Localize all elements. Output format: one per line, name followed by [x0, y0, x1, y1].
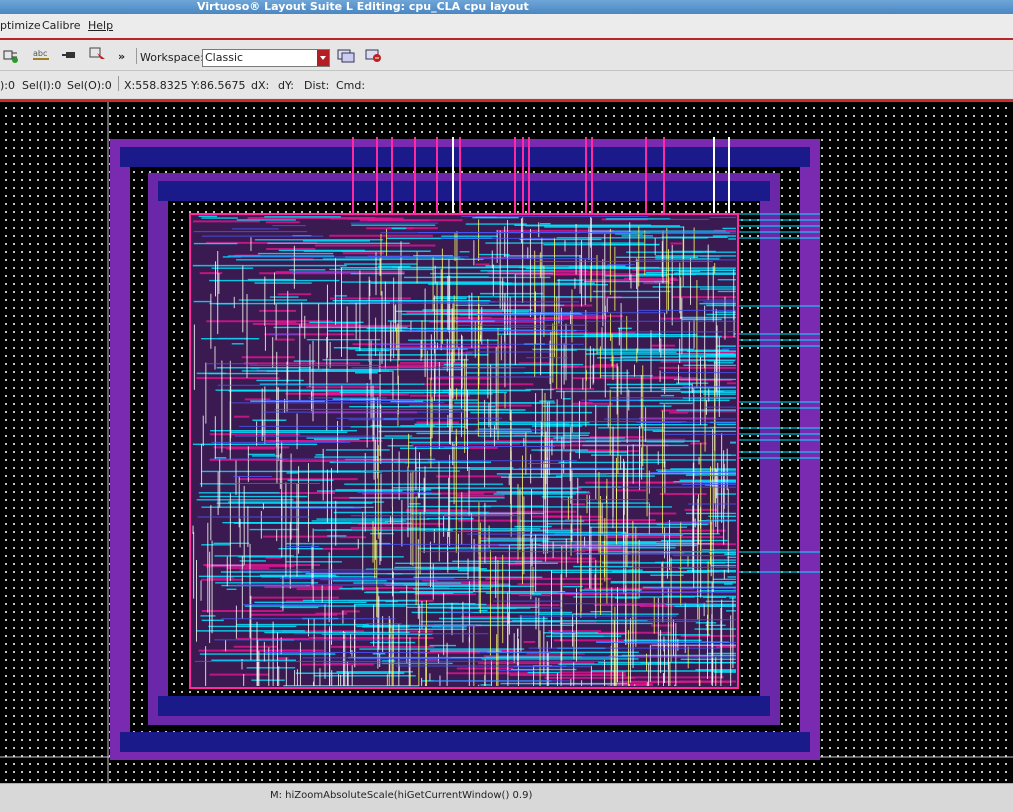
- dx-readout: dX:: [251, 79, 270, 92]
- delete-workspace-icon[interactable]: [365, 47, 383, 63]
- save-workspace-icon[interactable]: [337, 47, 355, 63]
- workspace-value: Classic: [205, 51, 244, 64]
- create-instance-icon[interactable]: [2, 47, 20, 63]
- status-separator: [118, 76, 119, 91]
- menu-calibre[interactable]: Calibre: [42, 19, 81, 32]
- menu-help[interactable]: Help: [88, 19, 113, 32]
- workspace-select[interactable]: Classic: [202, 49, 330, 67]
- select-icon[interactable]: [89, 47, 107, 63]
- menu-bar: ptimize Calibre Help: [0, 14, 1013, 40]
- sel-o-count: Sel(O):0: [67, 79, 112, 92]
- dy-readout: dY:: [278, 79, 294, 92]
- x-coordinate: X:558.8325: [124, 79, 188, 92]
- sel-i-count: Sel(I):0: [22, 79, 62, 92]
- workspace-label: Workspace:: [140, 51, 204, 64]
- inner-ring-top: [158, 181, 770, 201]
- outer-ring-bottom: [120, 732, 810, 752]
- y-coordinate: Y:86.5675: [191, 79, 246, 92]
- create-pin-icon[interactable]: [61, 47, 79, 63]
- dist-readout: Dist:: [304, 79, 330, 92]
- toolbar-overflow-icon[interactable]: »: [118, 50, 125, 63]
- chevron-down-icon[interactable]: [317, 50, 329, 66]
- outer-ring-top: [120, 147, 810, 167]
- command-prompt-bar: M: hiZoomAbsoluteScale(hiGetCurrentWindo…: [0, 783, 1013, 812]
- layout-drawing[interactable]: [0, 102, 1013, 783]
- status-bar: ):0 Sel(I):0 Sel(O):0 X:558.8325 Y:86.56…: [0, 71, 1013, 98]
- menu-optimize[interactable]: ptimize: [0, 19, 41, 32]
- svg-text:abc: abc: [33, 49, 47, 58]
- window-title: Virtuoso® Layout Suite L Editing: cpu_CL…: [197, 0, 529, 13]
- inner-ring-bottom: [158, 696, 770, 716]
- create-label-icon[interactable]: abc: [32, 47, 50, 63]
- cmd-readout: Cmd:: [336, 79, 366, 92]
- window-titlebar: Virtuoso® Layout Suite L Editing: cpu_CL…: [0, 0, 1013, 14]
- toolbar-separator: [136, 48, 137, 64]
- toolbar: abc » Workspace: Classic: [0, 40, 1013, 71]
- sel-count: ):0: [0, 79, 15, 92]
- layout-canvas[interactable]: [0, 102, 1013, 783]
- mouse-command-prompt: M: hiZoomAbsoluteScale(hiGetCurrentWindo…: [270, 790, 533, 801]
